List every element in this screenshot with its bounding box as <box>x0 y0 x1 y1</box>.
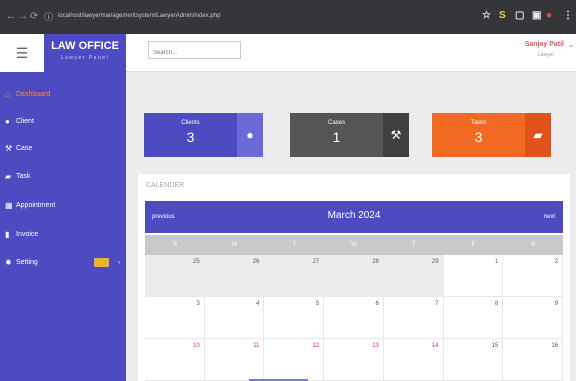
gear-icon: ✹ <box>5 258 12 267</box>
sidebar-item-label: Client <box>16 118 34 125</box>
calendar-day[interactable]: 12 <box>264 339 325 380</box>
calendar-day[interactable]: 6 <box>324 297 384 338</box>
cases-card-value: 1 <box>332 129 341 145</box>
calendar-day[interactable]: 29 <box>383 255 444 296</box>
calendar-day[interactable]: 8 <box>444 297 504 338</box>
browser-menu-icon[interactable]: ⋮ <box>563 10 573 21</box>
sidebar-item-task[interactable]: ▰ Task <box>0 164 126 190</box>
calendar-day[interactable]: 14 <box>384 339 444 380</box>
profile-icon[interactable]: ● <box>546 10 552 21</box>
file-icon: ▮ <box>5 230 10 239</box>
tasks-card[interactable]: Tasks 3 ▰ <box>432 113 551 157</box>
sidepanel-icon[interactable]: ▣ <box>532 10 541 21</box>
calendar-title: CALENDER <box>146 182 185 189</box>
sidebar-item-label: Appointment <box>16 202 56 209</box>
calendar-day[interactable]: 15 <box>444 339 504 380</box>
book-icon: ▰ <box>5 172 12 181</box>
tasks-card-label: Tasks <box>470 120 487 126</box>
brand-subtitle: Lawyer Panel <box>60 55 110 61</box>
calendar-day[interactable]: 9 <box>503 297 564 338</box>
sidebar-item-label: Setting <box>16 259 38 266</box>
chevron-left-icon: ‹ <box>118 260 120 266</box>
sidebar: ☰ LAW OFFICE Lawyer Panel ⌂ Dashboard ● … <box>0 34 126 381</box>
back-icon[interactable]: ← <box>6 11 16 22</box>
tasks-card-body: Tasks 3 <box>432 113 525 157</box>
calendar-day[interactable]: 27 <box>264 255 325 296</box>
cases-card-label: Cases <box>327 120 345 126</box>
topbar: Sanjay Patil Lawyer ⌄ <box>126 34 576 72</box>
clients-card-body: Clients 3 <box>144 113 237 157</box>
menu-toggle-icon[interactable]: ☰ <box>0 34 44 72</box>
calendar-day[interactable]: 7 <box>384 297 444 338</box>
brand: LAW OFFICE Lawyer Panel <box>44 34 126 72</box>
bookmark-star-icon[interactable]: ☆ <box>482 10 491 21</box>
calendar-day[interactable]: 16 <box>503 339 564 380</box>
sidebar-item-client[interactable]: ● Client <box>0 109 126 135</box>
calendar-next-button[interactable]: next <box>544 214 555 220</box>
weekday: T <box>292 242 297 248</box>
calendar-day[interactable]: 4 <box>205 297 265 338</box>
tasks-card-value: 3 <box>474 129 483 145</box>
calendar-header: previous March 2024 next <box>145 201 563 233</box>
calendar-day[interactable]: 13 <box>324 339 384 380</box>
address-bar[interactable]: localhost/lawyermanagementsystem/LawyerA… <box>58 13 220 19</box>
calendar-day[interactable]: 10 <box>145 339 205 380</box>
user-icon: ● <box>237 113 263 157</box>
user-icon: ● <box>5 117 10 126</box>
calendar-day[interactable]: 28 <box>324 255 384 296</box>
calendar-day[interactable]: 25 <box>145 255 205 296</box>
calendar-panel: CALENDER previous March 2024 next S M T … <box>138 174 570 381</box>
calendar-day[interactable]: 1 <box>444 255 504 296</box>
chevron-down-icon[interactable]: ⌄ <box>568 41 574 49</box>
sidebar-item-label: Invoice <box>16 231 39 238</box>
calendar-day[interactable]: 3 <box>145 297 205 338</box>
weekday: W <box>351 242 357 248</box>
user-role: Lawyer <box>537 52 554 58</box>
calendar-day[interactable]: 26 <box>204 255 265 296</box>
setting-badge <box>94 258 109 267</box>
clients-card[interactable]: Clients 3 ● <box>144 113 263 157</box>
site-info-icon[interactable]: ⓘ <box>44 10 53 23</box>
search-input[interactable] <box>148 41 241 59</box>
book-icon: ▰ <box>525 113 551 157</box>
calendar-day[interactable]: 2 <box>503 255 564 296</box>
weekday: S <box>531 242 536 248</box>
gavel-icon: ⚒ <box>383 113 409 157</box>
sidebar-item-dashboard[interactable]: ⌂ Dashboard <box>0 82 126 108</box>
sidebar-item-label: Case <box>16 145 33 152</box>
gavel-icon: ⚒ <box>5 144 13 153</box>
calendar-day[interactable]: 5 <box>264 297 325 338</box>
weekday: M <box>232 242 238 248</box>
sidebar-item-label: Dashboard <box>16 91 51 98</box>
calendar-week: 3 4 5 6 7 8 9 <box>145 297 564 339</box>
sidebar-item-invoice[interactable]: ▮ Invoice <box>0 222 126 248</box>
brand-title: LAW OFFICE <box>51 40 119 52</box>
calendar-day[interactable]: 11 <box>205 339 265 380</box>
browser-toolbar: ← → ⟳ ⓘ localhost/lawyermanagementsystem… <box>0 0 576 34</box>
calendar-icon: ▦ <box>5 201 13 210</box>
clients-card-value: 3 <box>186 129 195 145</box>
calendar-week: 25 26 27 28 29 1 2 <box>145 255 564 297</box>
reload-icon[interactable]: ⟳ <box>30 11 38 22</box>
sidebar-item-setting[interactable]: ✹ Setting ‹ <box>0 250 126 276</box>
extensions-puzzle-icon[interactable]: ▢ <box>515 10 524 21</box>
extension-icon[interactable]: S <box>499 10 506 21</box>
weekday: F <box>471 242 476 248</box>
clients-card-label: Clients <box>181 120 200 126</box>
calendar-weekdays: S M T W T F S <box>145 235 563 255</box>
user-name[interactable]: Sanjay Patil <box>525 41 564 48</box>
forward-icon[interactable]: → <box>18 11 28 22</box>
cases-card-body: Cases 1 <box>290 113 383 157</box>
home-icon: ⌂ <box>5 90 10 99</box>
calendar-week: 10 11 12 13 14 15 16 <box>145 339 564 381</box>
calendar-grid: S M T W T F S 25 26 27 28 29 1 2 3 4 5 6… <box>145 235 564 381</box>
sidebar-item-appointment[interactable]: ▦ Appointment <box>0 193 126 219</box>
weekday: S <box>172 242 177 248</box>
weekday: T <box>411 242 416 248</box>
cases-card[interactable]: Cases 1 ⚒ <box>290 113 409 157</box>
sidebar-item-case[interactable]: ⚒ Case <box>0 136 126 162</box>
calendar-month: March 2024 <box>327 210 381 221</box>
sidebar-item-label: Task <box>16 173 31 180</box>
